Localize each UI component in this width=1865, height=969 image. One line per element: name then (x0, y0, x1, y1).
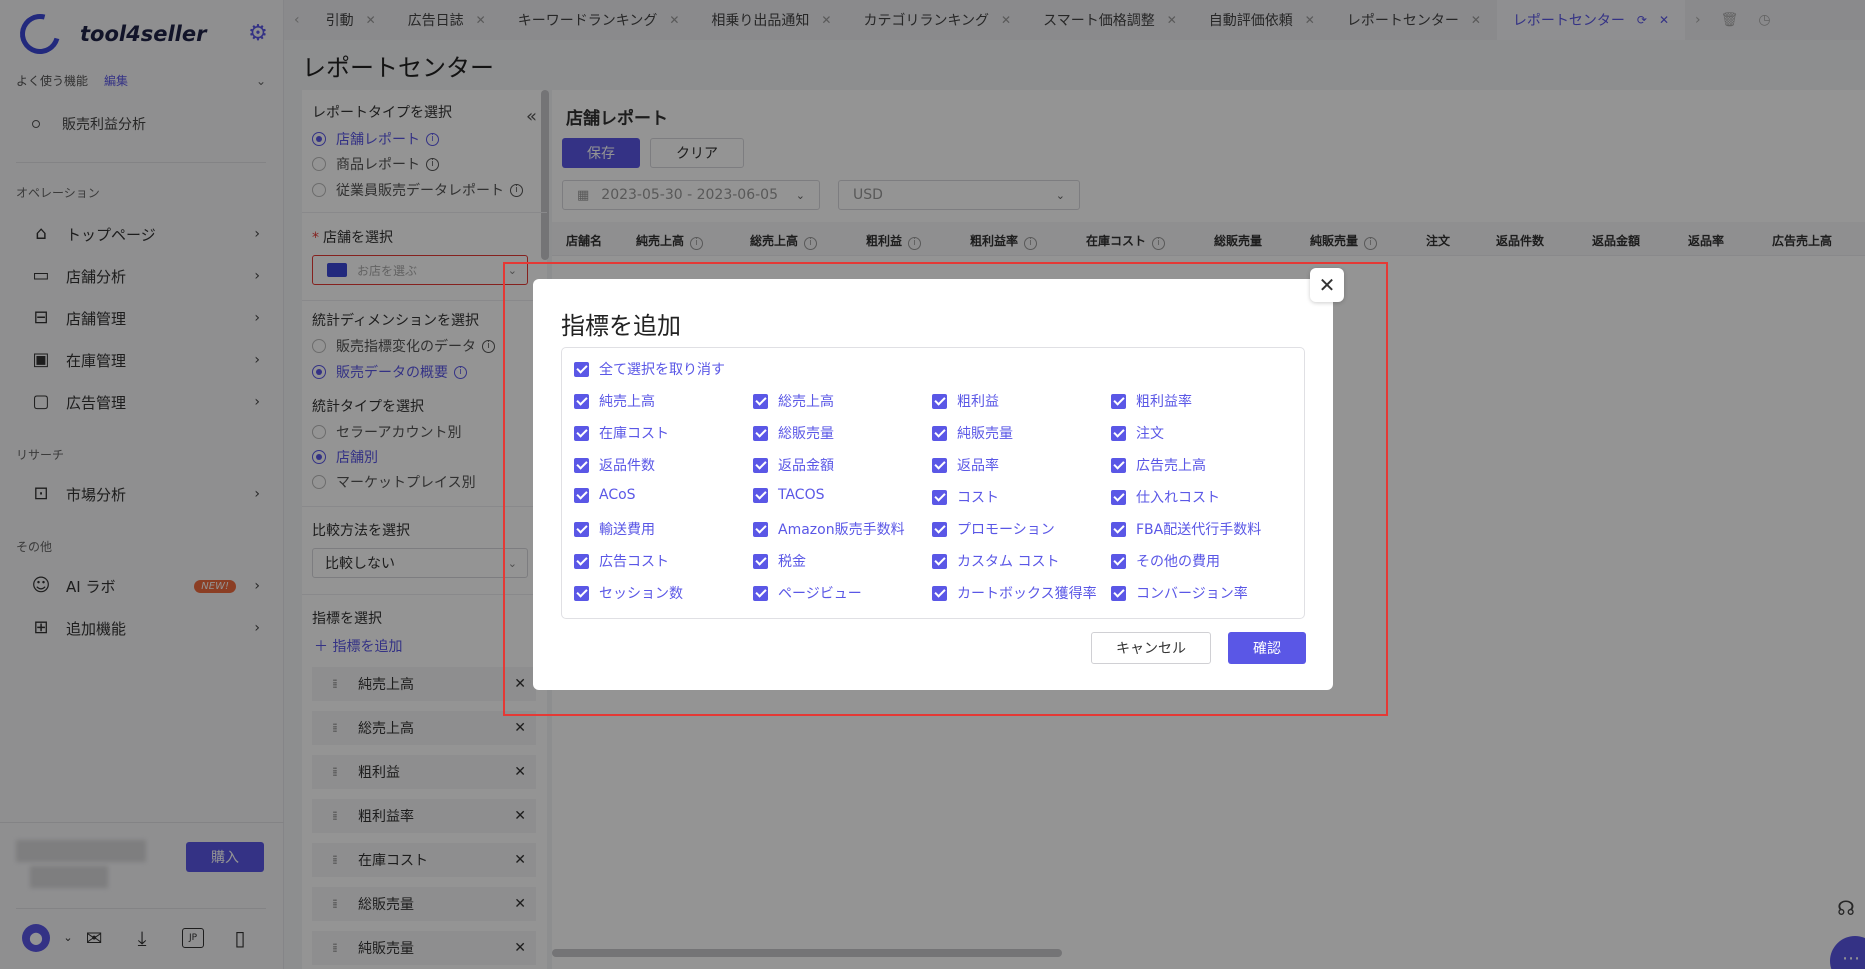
metric-checkbox[interactable]: コンバージョン率 (1111, 583, 1248, 603)
metric-checkbox[interactable]: セッション数 (574, 583, 683, 603)
checkbox-checked-icon[interactable] (1111, 457, 1126, 473)
checkbox-checked-icon[interactable] (753, 585, 768, 601)
checkbox-label: ページビュー (778, 586, 862, 602)
checkbox-checked-icon[interactable] (932, 521, 947, 537)
checkbox-label: コスト (957, 490, 999, 506)
checkbox-checked-icon[interactable] (1111, 585, 1126, 601)
checkbox-checked-icon[interactable] (574, 521, 589, 537)
checkbox-checked-icon[interactable] (753, 521, 768, 537)
metric-checkbox[interactable]: 総売上高 (753, 391, 834, 411)
metric-checkbox[interactable]: 在庫コスト (574, 423, 669, 443)
checkbox-checked-icon[interactable] (932, 393, 947, 409)
checkbox-label: 返品件数 (599, 458, 655, 474)
checkbox-label: プロモーション (957, 522, 1055, 538)
confirm-button[interactable]: 確認 (1228, 632, 1306, 664)
metric-checkbox[interactable]: 純売上高 (574, 391, 655, 411)
metric-checkbox[interactable]: カスタム コスト (932, 551, 1059, 571)
metric-checkbox[interactable]: カートボックス獲得率 (932, 583, 1097, 603)
checkbox-checked-icon[interactable] (753, 457, 768, 473)
checkbox-checked-icon[interactable] (932, 585, 947, 601)
metric-checkbox[interactable]: 粗利益率 (1111, 391, 1192, 411)
metric-checkbox[interactable]: 注文 (1111, 423, 1164, 443)
checkbox-label: セッション数 (599, 586, 683, 602)
metric-checkbox[interactable]: その他の費用 (1111, 551, 1220, 571)
checkbox-label: カスタム コスト (957, 554, 1060, 570)
checkbox-checked-icon[interactable] (574, 393, 589, 409)
checkbox-checked-icon[interactable] (1111, 521, 1126, 537)
metric-checkbox[interactable]: TACOS (753, 487, 824, 503)
checkbox-label: 注文 (1136, 426, 1164, 442)
checkbox-label: 総売上高 (778, 394, 834, 410)
metric-checkbox[interactable]: 仕入れコスト (1111, 487, 1220, 507)
checkbox-checked-icon[interactable] (932, 425, 947, 441)
checkbox-label: TACOS (778, 487, 825, 503)
checkbox-checked-icon[interactable] (1111, 393, 1126, 409)
metric-checkbox[interactable]: 総販売量 (753, 423, 834, 443)
checkbox-checked-icon[interactable] (932, 553, 947, 569)
metric-checkbox[interactable]: ページビュー (753, 583, 862, 603)
checkbox-checked-icon[interactable] (1111, 489, 1126, 505)
checkbox-label: 在庫コスト (599, 426, 669, 442)
checkbox-label: FBA配送代行手数料 (1136, 522, 1262, 538)
checkbox-label: カートボックス獲得率 (957, 586, 1097, 602)
checkbox-checked-icon[interactable] (753, 553, 768, 569)
checkbox-label: 仕入れコスト (1136, 490, 1220, 506)
checkbox-label: 広告売上高 (1136, 458, 1206, 474)
close-icon: ✕ (1318, 274, 1336, 297)
checkbox-label: 返品率 (957, 458, 999, 474)
checkbox-label: コンバージョン率 (1136, 586, 1248, 602)
checkbox-label: 全て選択を取り消す (599, 362, 725, 378)
checkbox-label: 返品金額 (778, 458, 834, 474)
checkbox-checked-icon[interactable] (574, 553, 589, 569)
metric-checkbox[interactable]: 税金 (753, 551, 806, 571)
checkbox-label: Amazon販売手数料 (778, 522, 905, 538)
checkbox-checked-icon[interactable] (574, 457, 589, 473)
metric-checkbox[interactable]: 広告コスト (574, 551, 669, 571)
checkbox-checked-icon[interactable] (574, 361, 589, 377)
checkbox-label: 広告コスト (599, 554, 669, 570)
checkbox-label: 粗利益 (957, 394, 999, 410)
checkbox-label: 純売上高 (599, 394, 655, 410)
metric-checkbox[interactable]: FBA配送代行手数料 (1111, 519, 1261, 539)
metric-checkbox[interactable]: 返品金額 (753, 455, 834, 475)
checkbox-label: ACoS (599, 487, 636, 503)
metric-checkbox[interactable]: 輸送費用 (574, 519, 655, 539)
checkbox-checked-icon[interactable] (753, 487, 768, 503)
metric-checkbox[interactable]: ACoS (574, 487, 636, 503)
checkbox-checked-icon[interactable] (574, 585, 589, 601)
metric-checkbox[interactable]: 返品率 (932, 455, 999, 475)
checkbox-label: 総販売量 (778, 426, 834, 442)
modal-close-button[interactable]: ✕ (1310, 268, 1344, 302)
metric-checkbox[interactable]: 粗利益 (932, 391, 999, 411)
checkbox-checked-icon[interactable] (932, 489, 947, 505)
checkbox-checked-icon[interactable] (574, 425, 589, 441)
checkbox-label: 粗利益率 (1136, 394, 1192, 410)
checkbox-checked-icon[interactable] (1111, 553, 1126, 569)
checkbox-checked-icon[interactable] (932, 457, 947, 473)
cancel-button[interactable]: キャンセル (1091, 632, 1211, 664)
modal-title: 指標を追加 (561, 312, 681, 340)
metric-option-list (561, 347, 1305, 619)
metric-checkbox[interactable]: プロモーション (932, 519, 1055, 539)
metric-checkbox[interactable]: 広告売上高 (1111, 455, 1206, 475)
metric-checkbox[interactable]: コスト (932, 487, 999, 507)
metric-checkbox[interactable]: Amazon販売手数料 (753, 519, 905, 539)
checkbox-checked-icon[interactable] (1111, 425, 1126, 441)
select-all-checkbox[interactable]: 全て選択を取り消す (574, 359, 725, 379)
checkbox-label: 純販売量 (957, 426, 1013, 442)
checkbox-label: 輸送費用 (599, 522, 655, 538)
checkbox-checked-icon[interactable] (574, 487, 589, 503)
metric-checkbox[interactable]: 返品件数 (574, 455, 655, 475)
checkbox-label: 税金 (778, 554, 806, 570)
metric-checkbox[interactable]: 純販売量 (932, 423, 1013, 443)
checkbox-checked-icon[interactable] (753, 425, 768, 441)
checkbox-label: その他の費用 (1136, 554, 1220, 570)
checkbox-checked-icon[interactable] (753, 393, 768, 409)
